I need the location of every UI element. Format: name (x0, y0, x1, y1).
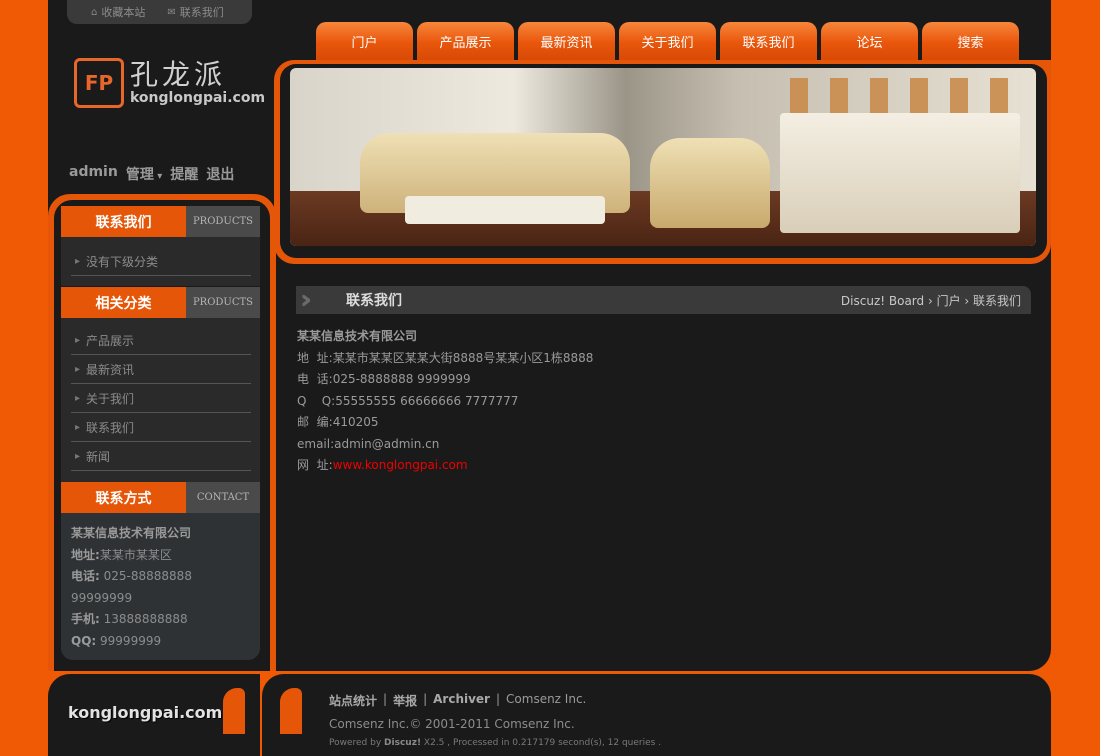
report-link[interactable]: 举报 (393, 692, 417, 709)
mobile-value: 13888888888 (103, 612, 188, 626)
category-contact[interactable]: 联系我们 (71, 413, 251, 442)
category-news2[interactable]: 新闻 (71, 442, 251, 471)
company-name: 某某信息技术有限公司 (71, 526, 192, 540)
main-nav: 门户 产品展示 最新资讯 关于我们 联系我们 论坛 搜索 (316, 22, 1019, 60)
box-title: 联系方式 (61, 482, 186, 513)
username-link[interactable]: admin (69, 164, 118, 184)
nav-about[interactable]: 关于我们 (619, 22, 716, 60)
info-row: 邮 编:410205 (297, 415, 379, 429)
nav-products[interactable]: 产品展示 (417, 22, 514, 60)
contact-info-box: 联系方式 CONTACT 某某信息技术有限公司 地址:某某市某某区 电话: 02… (61, 482, 260, 660)
user-bar: admin 管理 提醒 退出 (69, 164, 234, 184)
nav-forum[interactable]: 论坛 (821, 22, 918, 60)
footer-links: 站点统计 | 举报 | Archiver | Comsenz Inc. (329, 692, 587, 709)
remind-link[interactable]: 提醒 (170, 164, 198, 184)
home-icon: ⌂ (91, 6, 98, 18)
category-products[interactable]: 产品展示 (71, 326, 251, 355)
company-name: 某某信息技术有限公司 (297, 329, 418, 343)
stats-link[interactable]: 站点统计 (329, 692, 377, 709)
info-row: Q Q:55555555 66666666 7777777 (297, 393, 519, 408)
info-row: email:admin@admin.cn (297, 436, 440, 451)
comsenz-link[interactable]: Comsenz Inc. (506, 692, 586, 709)
nav-search[interactable]: 搜索 (922, 22, 1019, 60)
archiver-link[interactable]: Archiver (433, 692, 490, 709)
top-links-bar: ⌂ 收藏本站 ✉ 联系我们 (67, 0, 252, 24)
info-row: 电 话:025-8888888 9999999 (297, 372, 471, 386)
mail-icon: ✉ (167, 6, 176, 18)
category-news[interactable]: 最新资讯 (71, 355, 251, 384)
box-title: 相关分类 (61, 287, 186, 318)
info-row: 网 址:www.konglongpai.com (297, 458, 468, 472)
category-about[interactable]: 关于我们 (71, 384, 251, 413)
breadcrumb[interactable]: Discuz! Board › 门户 › 联系我们 (841, 292, 1021, 309)
footer-logo[interactable]: konglongpai.com (68, 703, 222, 722)
banner-image (290, 68, 1036, 246)
manage-dropdown[interactable]: 管理 (126, 164, 163, 184)
box-title: 联系我们 (61, 206, 186, 237)
nav-news[interactable]: 最新资讯 (518, 22, 615, 60)
nav-contact[interactable]: 联系我们 (720, 22, 817, 60)
info-row: 地 址:某某市某某区某某大街8888号某某小区1栋8888 (297, 350, 594, 365)
box-subtitle: CONTACT (186, 482, 260, 513)
chevron-right-icon: ››› (300, 285, 312, 315)
site-logo[interactable]: FP 孔龙派 konglongpai.com (74, 58, 265, 108)
qq-value: 99999999 (100, 633, 162, 648)
bookmark-link[interactable]: ⌂ 收藏本站 (91, 4, 145, 20)
related-categories-box: 相关分类 PRODUCTS 产品展示 最新资讯 关于我们 联系我们 新闻 (61, 287, 260, 482)
contact-link[interactable]: ✉ 联系我们 (167, 4, 223, 20)
footer-decor (223, 688, 245, 734)
logo-mark-icon: FP (74, 58, 124, 108)
address-value: 某某市某某区 (99, 547, 172, 562)
copyright: Comsenz Inc.© 2001-2011 Comsenz Inc. (329, 717, 575, 731)
content-header: ››› 联系我们 Discuz! Board › 门户 › 联系我们 (296, 285, 1031, 315)
contact-us-box: 联系我们 PRODUCTS 没有下级分类 (61, 206, 260, 286)
contact-content: 某某信息技术有限公司 地 址:某某市某某区某某大街8888号某某小区1栋8888… (297, 326, 593, 477)
powered-by: Powered by Discuz! X2.5 , Processed in 0… (329, 738, 662, 748)
page-title: 联系我们 (346, 293, 402, 309)
logout-link[interactable]: 退出 (206, 164, 234, 184)
logo-domain: konglongpai.com (130, 90, 266, 106)
nav-portal[interactable]: 门户 (316, 22, 413, 60)
box-subtitle: PRODUCTS (186, 287, 260, 318)
website-link[interactable]: www.konglongpai.com (333, 458, 468, 472)
box-subtitle: PRODUCTS (186, 206, 260, 237)
logo-name: 孔龙派 (130, 58, 227, 91)
list-item[interactable]: 没有下级分类 (71, 247, 251, 276)
footer-decor (280, 688, 302, 734)
